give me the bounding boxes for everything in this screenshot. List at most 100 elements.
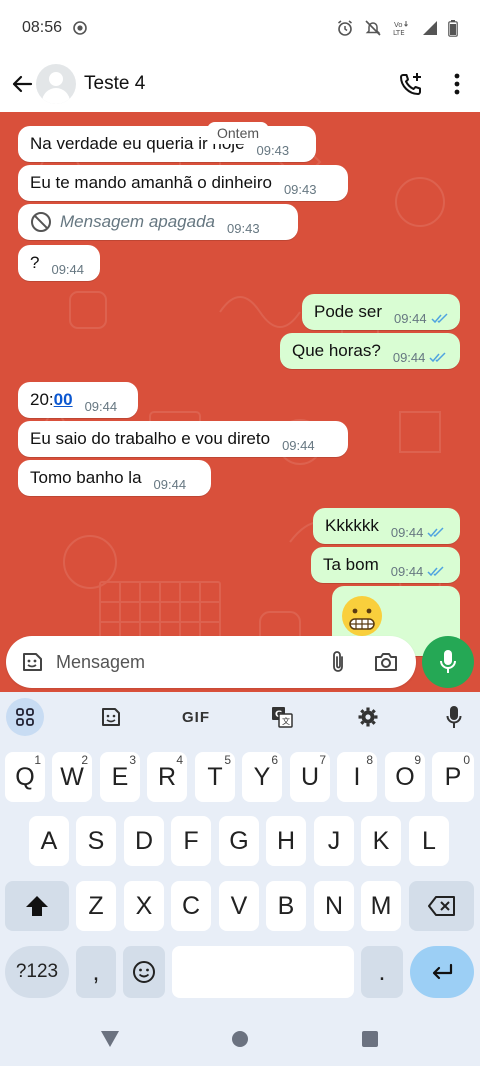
key-label: M [370, 891, 392, 920]
key-t[interactable]: T5 [195, 752, 235, 802]
key-w[interactable]: W2 [52, 752, 92, 802]
emoji-sticker-button[interactable] [8, 638, 56, 686]
message-bubble-outgoing[interactable]: Que horas? 09:44 [280, 333, 460, 369]
key-label: W [60, 762, 84, 791]
key-label: ?123 [15, 961, 59, 982]
nav-home-button[interactable] [228, 1028, 252, 1050]
nav-back-button[interactable] [98, 1028, 122, 1050]
enter-arrow-icon [432, 963, 453, 980]
key-label: L [422, 826, 436, 855]
key-hint: 7 [319, 753, 326, 767]
key-h[interactable]: H [266, 816, 306, 866]
key-b[interactable]: B [266, 881, 306, 931]
sticker-button[interactable] [92, 698, 130, 736]
message-time: 09:44 [390, 524, 424, 540]
deleted-message-icon [30, 211, 52, 233]
key-f[interactable]: F [171, 816, 211, 866]
key-q[interactable]: Q1 [5, 752, 45, 802]
key-d[interactable]: D [124, 816, 164, 866]
message-text: Kkkkkk [325, 516, 379, 535]
gif-button[interactable]: GIF [177, 698, 215, 736]
space-key[interactable] [172, 946, 354, 998]
key-n[interactable]: N [314, 881, 354, 931]
key-p[interactable]: P0 [432, 752, 474, 802]
key-o[interactable]: O9 [385, 752, 425, 802]
key-k[interactable]: K [361, 816, 401, 866]
key-c[interactable]: C [171, 881, 211, 931]
emoji-icon [133, 961, 155, 983]
double-check-read-icon [427, 565, 445, 577]
key-a[interactable]: A [29, 816, 69, 866]
emoji-key[interactable] [123, 946, 165, 998]
key-z[interactable]: Z [76, 881, 116, 931]
message-bubble-outgoing[interactable]: Pode ser 09:44 [302, 294, 460, 330]
key-s[interactable]: S [76, 816, 116, 866]
more-options-button[interactable] [434, 61, 480, 107]
key-g[interactable]: G [219, 816, 259, 866]
message-bubble-incoming[interactable]: Na verdade eu queria ir hoje 09:43 [18, 126, 316, 162]
key-label: A [40, 826, 58, 855]
chat-area[interactable]: Na verdade eu queria ir hoje 09:43 Eu te… [0, 112, 480, 692]
message-time: 09:44 [392, 349, 426, 365]
double-check-read-icon [429, 351, 447, 363]
key-e[interactable]: E3 [100, 752, 140, 802]
key-u[interactable]: U7 [290, 752, 330, 802]
symbols-key[interactable]: ?123 [5, 946, 69, 998]
attach-button[interactable] [322, 646, 354, 678]
key-y[interactable]: Y6 [242, 752, 282, 802]
voice-message-button[interactable] [422, 636, 474, 688]
key-label: F [183, 826, 199, 855]
signal-icon [423, 21, 437, 35]
contact-name[interactable]: Teste 4 [84, 73, 145, 95]
message-time: 09:43 [256, 142, 290, 158]
key-x[interactable]: X [124, 881, 164, 931]
camera-icon [375, 653, 397, 671]
key-i[interactable]: I8 [337, 752, 377, 802]
message-bubble-deleted[interactable]: Mensagem apagada 09:43 [18, 204, 298, 240]
back-button[interactable] [4, 64, 40, 104]
voice-input-button[interactable] [435, 698, 473, 736]
key-hint: 2 [81, 753, 88, 767]
message-text: Eu saio do trabalho e vou direto [30, 429, 271, 448]
enter-key[interactable] [410, 946, 474, 998]
apps-grid-button[interactable] [6, 698, 44, 736]
date-chip: Ontem [207, 122, 270, 144]
message-bubble-outgoing[interactable]: Kkkkkk 09:44 [313, 508, 460, 544]
message-time-link[interactable]: 00 [54, 390, 73, 410]
message-bubble-incoming[interactable]: Eu te mando amanhã o dinheiro 09:43 [18, 165, 348, 201]
key-l[interactable]: L [409, 816, 449, 866]
gif-label: GIF [182, 708, 210, 726]
recents-square-icon [362, 1031, 378, 1047]
key-m[interactable]: M [361, 881, 401, 931]
key-v[interactable]: V [219, 881, 259, 931]
message-text: Pode ser [314, 302, 383, 321]
message-bubble-incoming[interactable]: Eu saio do trabalho e vou direto 09:44 [18, 421, 348, 457]
message-bubble-incoming[interactable]: ? 09:44 [18, 245, 100, 281]
avatar-head [49, 72, 63, 86]
key-label: V [230, 891, 248, 920]
key-label: X [135, 891, 153, 920]
key-j[interactable]: J [314, 816, 354, 866]
avatar-body [42, 88, 70, 104]
nav-recents-button[interactable] [358, 1028, 382, 1050]
system-navigation-bar [0, 1010, 480, 1066]
key-label: I [353, 762, 361, 791]
camera-button[interactable] [370, 646, 402, 678]
key-r[interactable]: R4 [147, 752, 187, 802]
backspace-key[interactable] [409, 881, 474, 931]
message-bubble-incoming[interactable]: Tomo banho la 09:44 [18, 460, 211, 496]
add-call-button[interactable] [388, 61, 434, 107]
message-input[interactable]: Mensagem [6, 636, 416, 688]
back-arrow-icon [12, 75, 33, 93]
avatar[interactable] [36, 64, 76, 104]
comma-key[interactable]: , [76, 946, 116, 998]
key-hint: 1 [34, 753, 41, 767]
period-key[interactable]: . [361, 946, 403, 998]
translate-button[interactable]: G 文 [263, 698, 301, 736]
back-triangle-icon [101, 1031, 119, 1047]
message-bubble-outgoing[interactable]: Ta bom 09:44 [311, 547, 460, 583]
keyboard-settings-button[interactable] [349, 698, 387, 736]
message-bubble-incoming[interactable]: 20: 00 09:44 [18, 382, 138, 418]
key-label: D [134, 826, 154, 855]
shift-key[interactable] [5, 881, 69, 931]
